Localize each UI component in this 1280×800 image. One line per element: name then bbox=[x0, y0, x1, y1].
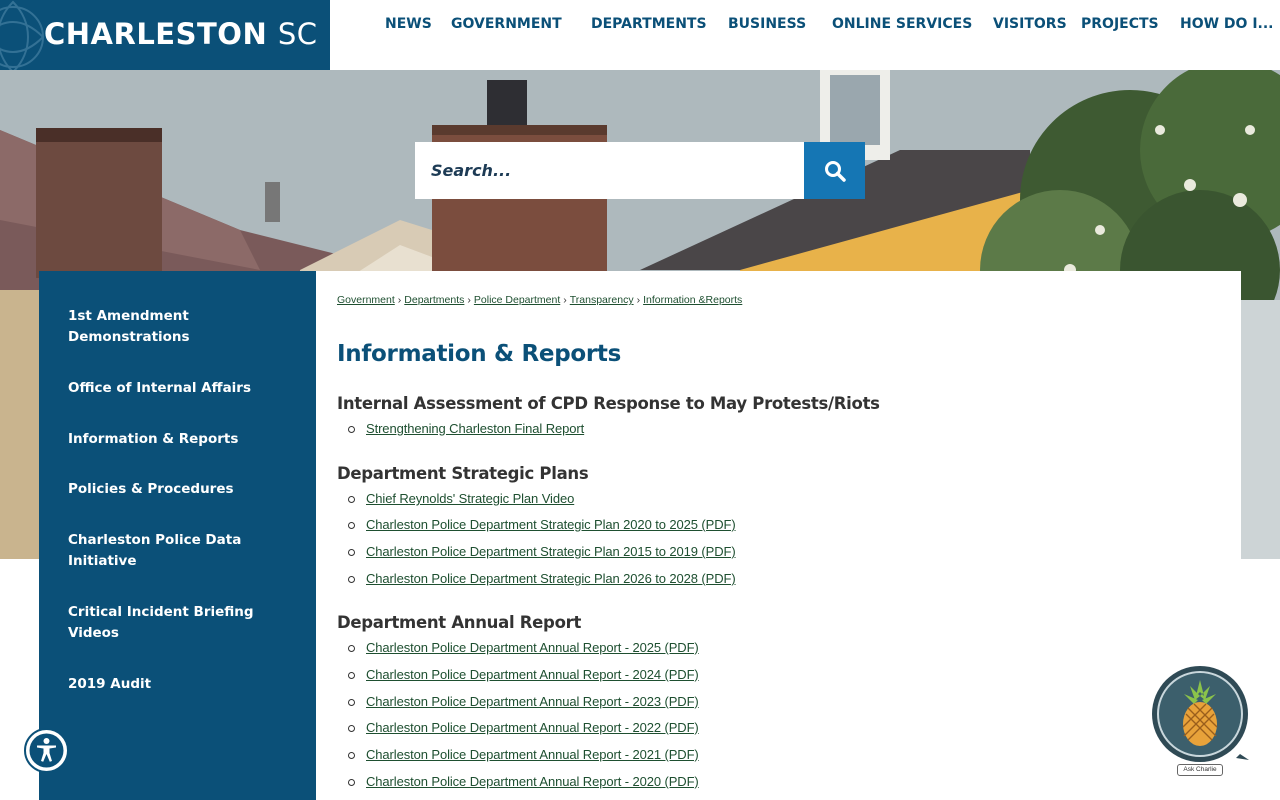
breadcrumb-government[interactable]: Government bbox=[337, 294, 395, 306]
chatbot-label[interactable]: Ask Charlie bbox=[1177, 764, 1223, 776]
sidebar-item-1st-amendment[interactable]: 1st Amendment Demonstrations bbox=[68, 306, 288, 348]
nav-projects[interactable]: PROJECTS bbox=[1081, 16, 1159, 32]
search-button[interactable] bbox=[804, 142, 865, 199]
bullet-icon bbox=[348, 672, 355, 679]
nav-online-services[interactable]: ONLINE SERVICES bbox=[832, 16, 972, 32]
link-strategic-plan-video[interactable]: Chief Reynolds' Strategic Plan Video bbox=[366, 491, 574, 506]
logo-text: CHARLESTON SC bbox=[44, 17, 318, 51]
nav-how-do-i[interactable]: HOW DO I... bbox=[1180, 16, 1274, 32]
chatbot-button[interactable] bbox=[1150, 664, 1250, 776]
logo-main: CHARLESTON bbox=[44, 17, 268, 51]
breadcrumb: Government › Departments › Police Department… bbox=[337, 294, 743, 306]
page-title: Information & Reports bbox=[337, 341, 621, 367]
pineapple-icon bbox=[1152, 666, 1249, 762]
main-nav: NEWS GOVERNMENT DEPARTMENTS BUSINESS ONL… bbox=[330, 0, 1280, 50]
breadcrumb-information-reports[interactable]: Information &Reports bbox=[643, 294, 742, 306]
logo-suffix: SC bbox=[277, 17, 318, 51]
link-strategic-plan-2015[interactable]: Charleston Police Department Strategic P… bbox=[366, 544, 736, 559]
accessibility-icon bbox=[29, 733, 64, 768]
link-annual-report-2021[interactable]: Charleston Police Department Annual Repo… bbox=[366, 747, 699, 762]
bullet-icon bbox=[348, 496, 355, 503]
bullet-icon bbox=[348, 522, 355, 529]
sidebar-item-data-initiative[interactable]: Charleston Police Data Initiative bbox=[68, 530, 288, 572]
bullet-icon bbox=[348, 645, 355, 652]
section-heading-strategic-plans: Department Strategic Plans bbox=[337, 464, 589, 483]
sidebar-item-information-reports[interactable]: Information & Reports bbox=[68, 429, 288, 450]
nav-news[interactable]: NEWS bbox=[385, 16, 432, 32]
breadcrumb-transparency[interactable]: Transparency bbox=[570, 294, 634, 306]
link-annual-report-2020[interactable]: Charleston Police Department Annual Repo… bbox=[366, 774, 699, 789]
bullet-icon bbox=[348, 576, 355, 583]
sidebar-nav: 1st Amendment Demonstrations Office of I… bbox=[39, 271, 316, 800]
breadcrumb-police-department[interactable]: Police Department bbox=[474, 294, 560, 306]
site-header: CHARLESTON SC NEWS GOVERNMENT DEPARTMENT… bbox=[0, 0, 1280, 70]
logo-pattern-icon bbox=[0, 0, 45, 70]
search-icon bbox=[824, 160, 846, 182]
section-heading-annual-report: Department Annual Report bbox=[337, 613, 582, 632]
link-annual-report-2022[interactable]: Charleston Police Department Annual Repo… bbox=[366, 720, 699, 735]
link-strategic-plan-2026[interactable]: Charleston Police Department Strategic P… bbox=[366, 571, 736, 586]
link-annual-report-2025[interactable]: Charleston Police Department Annual Repo… bbox=[366, 640, 699, 655]
sidebar-item-2019-audit[interactable]: 2019 Audit bbox=[68, 674, 288, 695]
nav-business[interactable]: BUSINESS bbox=[728, 16, 806, 32]
accessibility-button[interactable] bbox=[24, 728, 69, 773]
link-annual-report-2024[interactable]: Charleston Police Department Annual Repo… bbox=[366, 667, 699, 682]
site-logo[interactable]: CHARLESTON SC bbox=[0, 0, 330, 70]
link-annual-report-2023[interactable]: Charleston Police Department Annual Repo… bbox=[366, 694, 699, 709]
sidebar-item-critical-incident[interactable]: Critical Incident Briefing Videos bbox=[68, 602, 288, 644]
sidebar-item-policies[interactable]: Policies & Procedures bbox=[68, 479, 288, 500]
section-heading-internal-assessment: Internal Assessment of CPD Response to M… bbox=[337, 394, 880, 413]
nav-departments[interactable]: DEPARTMENTS bbox=[591, 16, 707, 32]
link-strengthening-charleston[interactable]: Strengthening Charleston Final Report bbox=[366, 421, 584, 436]
sidebar-item-internal-affairs[interactable]: Office of Internal Affairs bbox=[68, 378, 288, 399]
bullet-icon bbox=[348, 725, 355, 732]
bullet-icon bbox=[348, 752, 355, 759]
main-content: Government › Departments › Police Department… bbox=[316, 271, 1241, 800]
bullet-icon bbox=[348, 549, 355, 556]
bullet-icon bbox=[348, 779, 355, 786]
bullet-icon bbox=[348, 699, 355, 706]
breadcrumb-departments[interactable]: Departments bbox=[404, 294, 464, 306]
nav-visitors[interactable]: VISITORS bbox=[993, 16, 1067, 32]
bullet-icon bbox=[348, 426, 355, 433]
search-input[interactable] bbox=[415, 142, 804, 199]
link-strategic-plan-2020[interactable]: Charleston Police Department Strategic P… bbox=[366, 517, 736, 532]
nav-government[interactable]: GOVERNMENT bbox=[451, 16, 562, 32]
